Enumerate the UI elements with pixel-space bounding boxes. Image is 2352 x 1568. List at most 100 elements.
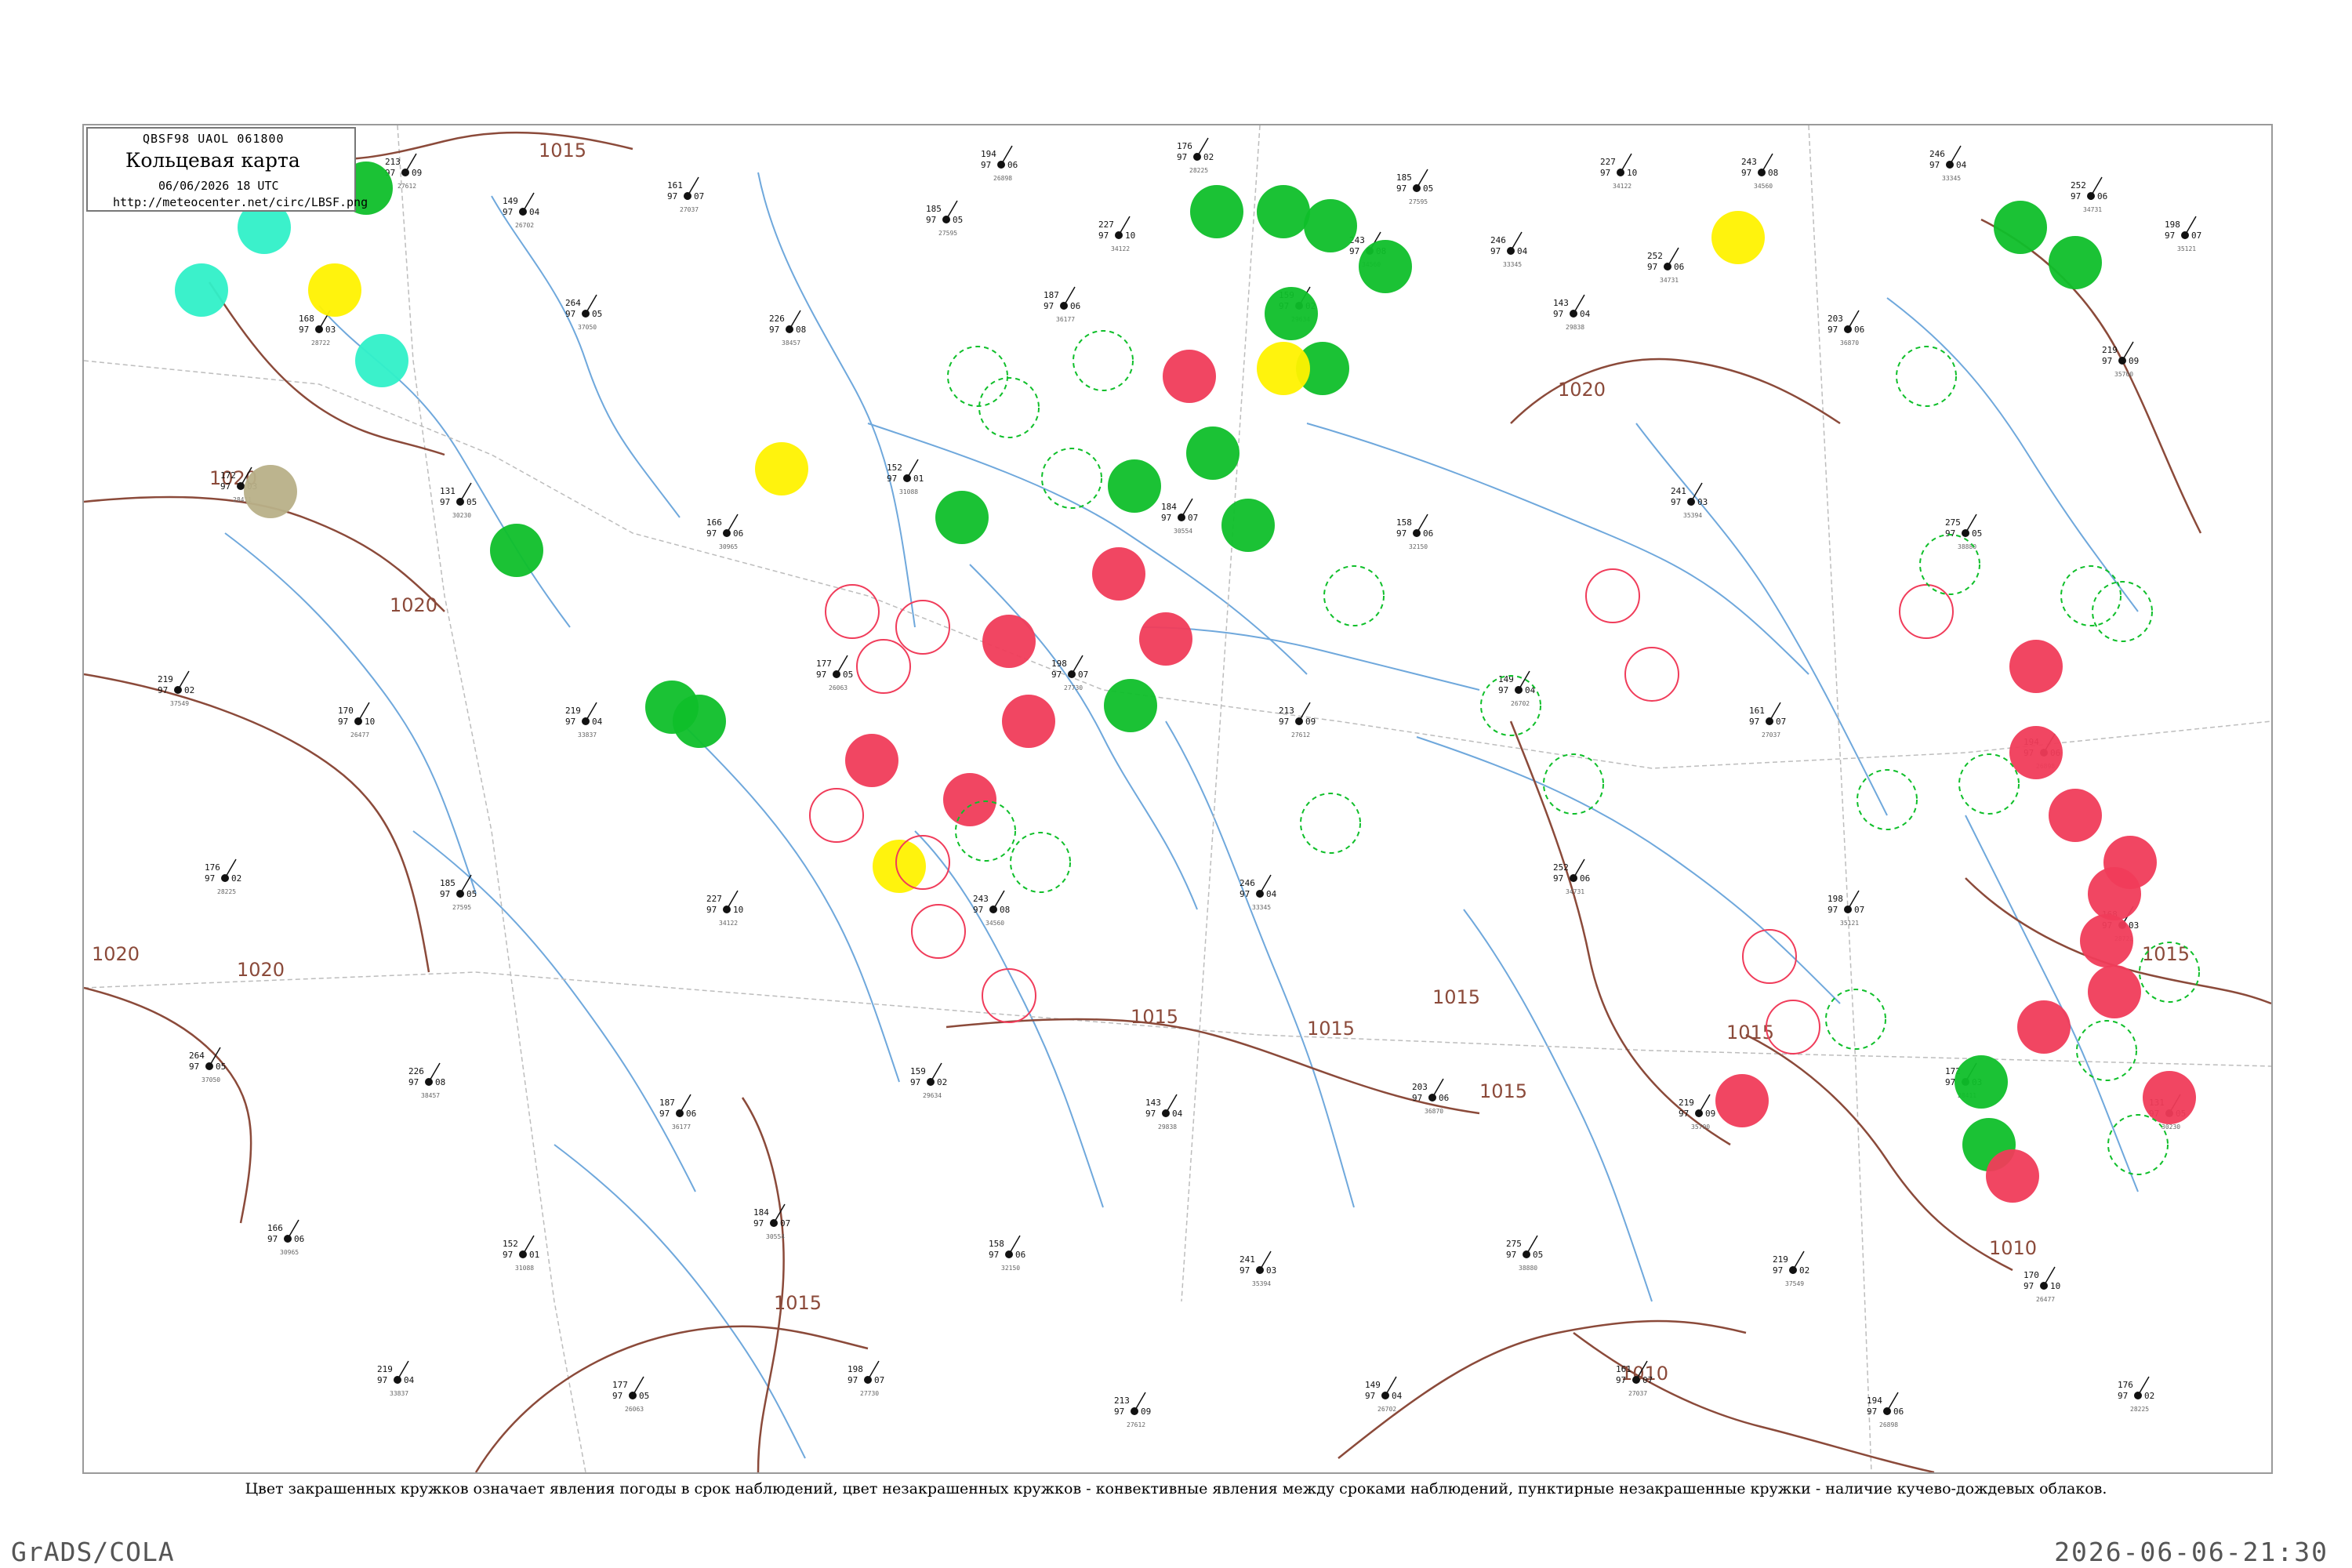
station-id: 34731 [2083,206,2102,213]
station-id: 26063 [829,684,848,691]
station-dewpoint: 06 [1015,1250,1025,1260]
station-plot: 22797 10 34122 [1098,216,1135,252]
weather-circle-dashed [947,346,1008,407]
station-plot: 24397 08 34560 [973,890,1010,927]
weather-circle-dashed [1073,330,1134,391]
station-temperature: 161 [1749,706,1765,716]
weather-circle-ring [895,600,950,655]
station-plot: 17097 10 26477 [2024,1266,2060,1303]
station-plot: 18497 07 30554 [753,1203,790,1240]
station-temperature: 246 [1240,878,1255,888]
station-pressure: 97 [440,497,450,507]
weather-circle-ring [1742,929,1797,984]
station-plot: 16697 06 30965 [267,1219,304,1256]
weather-circle-filled [2088,867,2141,920]
station-dewpoint: 05 [843,670,853,680]
station-id: 27595 [1409,198,1428,205]
station-plot: 27597 0538880 [1506,1235,1543,1272]
station-id: 32150 [1409,543,1428,550]
station-temperature: 252 [1553,862,1569,873]
station-temperature: 219 [1773,1254,1788,1265]
station-plot: 19897 07 27730 [848,1360,884,1397]
station-temperature: 246 [1490,235,1506,245]
station-id: 33345 [1942,175,1961,182]
station-pressure: 97 [1867,1406,1877,1417]
station-pressure: 97 [659,1109,670,1119]
source-url[interactable]: http://meteocenter.net/circ/LBSF.png [113,195,368,209]
station-id: 34560 [1754,183,1773,190]
station-temperature: 177 [612,1380,628,1390]
station-pressure: 97 [1671,497,1681,507]
station-dewpoint: 08 [796,325,806,335]
weather-circle-dashed [1041,448,1102,509]
station-dewpoint: 08 [1000,905,1010,915]
station-temperature: 241 [1671,486,1686,496]
station-dewpoint: 09 [2129,356,2139,366]
station-plot: 14997 04 26702 [1365,1376,1403,1413]
station-dewpoint: 06 [1674,262,1684,272]
station-id: 29634 [923,1092,942,1099]
weather-circle-filled [845,734,898,787]
weather-circles [159,130,2200,1203]
station-dewpoint: 07 [1776,717,1786,727]
station-pressure: 97 [1616,1375,1626,1385]
station-dewpoint: 02 [937,1077,947,1087]
station-pressure: 97 [503,1250,513,1260]
station-pressure: 97 [440,889,450,899]
station-id: 28225 [1189,167,1208,174]
station-dewpoint: 07 [694,191,704,201]
station-temperature: 264 [565,298,581,308]
station-pressure: 97 [1945,1077,1955,1087]
station-pressure: 97 [2071,191,2081,201]
station-pressure: 97 [503,207,513,217]
station-temperature: 194 [1867,1396,1882,1406]
isobar-labels: 1015102010201020102010151015101510151015… [92,140,2190,1385]
station-pressure: 97 [1114,1406,1124,1417]
station-id: 34731 [1660,277,1679,284]
station-dewpoint: 05 [953,215,963,225]
station-pressure: 97 [2165,230,2175,241]
isobar-label: 1015 [1131,1006,1178,1028]
station-temperature: 194 [981,149,996,159]
station-plot: 24697 04 33345 [1240,874,1277,911]
station-pressure: 97 [910,1077,920,1087]
station-temperature: 243 [973,894,989,904]
station-pressure: 97 [926,215,936,225]
weather-circle-dashed [1857,769,1918,830]
station-id: 33345 [1252,904,1271,911]
weather-circle-filled [308,263,361,317]
weather-circle-filled [2049,789,2102,842]
station-temperature: 159 [910,1066,926,1076]
isobar-label: 1020 [92,943,140,965]
station-temperature: 198 [1828,894,1843,904]
weather-circle-ring [809,788,864,843]
station-id: 30554 [766,1233,785,1240]
weather-circle-filled [1002,695,1055,748]
station-dewpoint: 01 [913,474,924,484]
station-pressure: 97 [887,474,897,484]
weather-circle-filled [244,465,297,518]
station-id: 27037 [1628,1390,1647,1397]
footer-timestamp: 2026-06-06-21:30 [2054,1537,2328,1567]
station-dewpoint: 04 [1517,246,1528,256]
station-pressure: 97 [1044,301,1054,311]
station-temperature: 184 [1161,502,1177,512]
station-temperature: 213 [385,157,401,167]
isobar-label: 1015 [1479,1080,1527,1102]
map-date: 06/06/2026 18 UTC [158,179,279,193]
station-temperature: 227 [1600,157,1616,167]
station-plot: 24197 03 35394 [1240,1250,1276,1287]
station-plot: 14397 04 29838 [1145,1094,1183,1131]
isobar-label: 1020 [1558,379,1606,401]
station-dewpoint: 06 [2097,191,2107,201]
station-plot: 27597 0538880 [1945,514,1982,550]
station-plot: 22697 08 38457 [769,310,806,347]
station-temperature: 198 [848,1364,863,1374]
station-id: 28722 [311,339,330,347]
station-pressure: 97 [2024,1281,2034,1291]
station-dewpoint: 07 [1188,513,1198,523]
weather-circle-dashed [2107,1114,2169,1175]
station-id: 31088 [515,1265,534,1272]
weather-circle-filled [490,524,543,577]
station-plot: 18597 05 27595 [1396,169,1433,205]
